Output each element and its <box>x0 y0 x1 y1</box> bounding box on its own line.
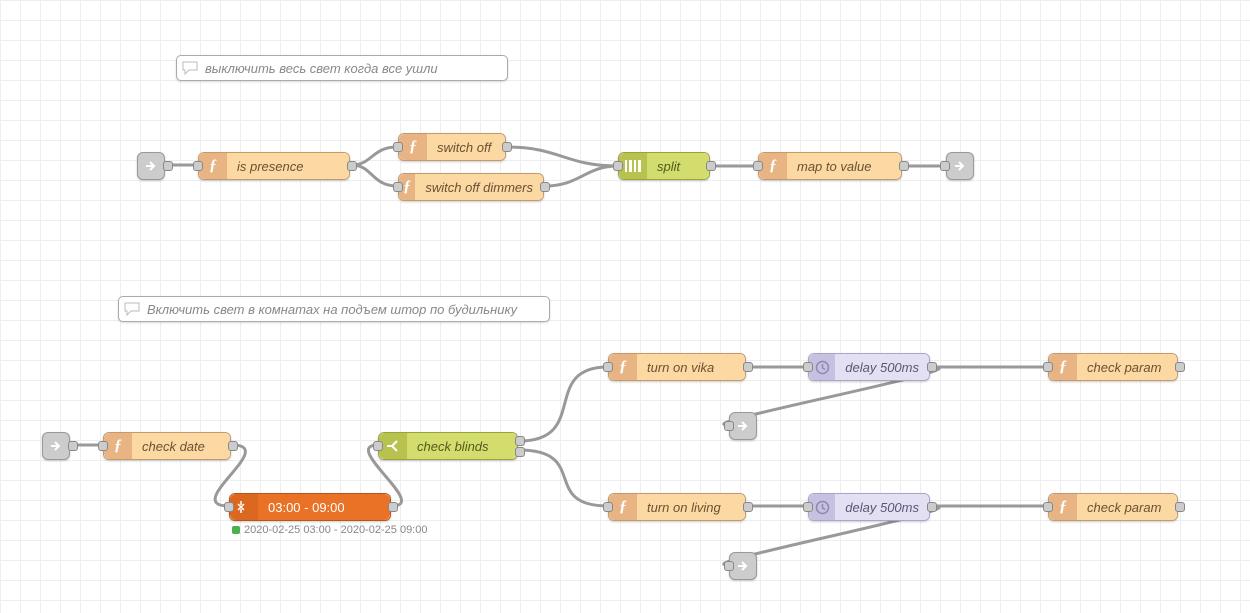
port[interactable] <box>706 161 716 171</box>
comment-text: выключить весь свет когда все ушли <box>205 61 438 76</box>
node-switch-off-dimmers[interactable]: ƒ switch off dimmers <box>398 173 544 201</box>
node-label: check date <box>132 433 230 459</box>
port[interactable] <box>927 502 937 512</box>
port[interactable] <box>603 362 613 372</box>
port[interactable] <box>899 161 909 171</box>
port[interactable] <box>1043 362 1053 372</box>
function-icon: ƒ <box>199 153 227 179</box>
node-label: check param <box>1077 494 1177 520</box>
node-check-blinds[interactable]: check blinds <box>378 432 518 460</box>
node-label: delay 500ms <box>835 494 929 520</box>
node-label: split <box>647 153 709 179</box>
function-icon: ƒ <box>759 153 787 179</box>
split-icon <box>619 153 647 179</box>
node-switch-off[interactable]: ƒ switch off <box>398 133 506 161</box>
switch-icon <box>379 433 407 459</box>
comment-2[interactable]: Включить свет в комнатах на подъем штор … <box>118 296 550 322</box>
comment-icon <box>123 302 141 316</box>
port[interactable] <box>1175 502 1185 512</box>
port[interactable] <box>540 182 550 192</box>
port[interactable] <box>515 436 525 446</box>
comment-text: Включить свет в комнатах на подъем штор … <box>147 302 517 317</box>
port[interactable] <box>753 161 763 171</box>
port[interactable] <box>613 161 623 171</box>
port[interactable] <box>743 362 753 372</box>
port[interactable] <box>1175 362 1185 372</box>
port[interactable] <box>803 362 813 372</box>
status-dot <box>232 526 240 534</box>
port[interactable] <box>803 502 813 512</box>
node-check-date[interactable]: ƒ check date <box>103 432 231 460</box>
function-icon: ƒ <box>399 134 427 160</box>
node-time-range[interactable]: 03:00 - 09:00 <box>229 493 391 521</box>
port[interactable] <box>502 142 512 152</box>
port[interactable] <box>940 161 950 171</box>
function-icon: ƒ <box>609 494 637 520</box>
function-icon: ƒ <box>104 433 132 459</box>
port[interactable] <box>193 161 203 171</box>
node-label: turn on living <box>637 494 745 520</box>
node-delay-bottom[interactable]: delay 500ms <box>808 493 930 521</box>
node-label: turn on vika <box>637 354 745 380</box>
function-icon: ƒ <box>1049 494 1077 520</box>
port[interactable] <box>1043 502 1053 512</box>
port[interactable] <box>163 161 173 171</box>
node-check-param-bottom[interactable]: ƒ check param <box>1048 493 1178 521</box>
node-check-param-top[interactable]: ƒ check param <box>1048 353 1178 381</box>
node-delay-top[interactable]: delay 500ms <box>808 353 930 381</box>
port[interactable] <box>927 362 937 372</box>
node-label: delay 500ms <box>835 354 929 380</box>
range-icon <box>230 494 258 520</box>
function-icon: ƒ <box>609 354 637 380</box>
status-text: 2020-02-25 03:00 - 2020-02-25 09:00 <box>244 524 427 536</box>
function-icon: ƒ <box>1049 354 1077 380</box>
port[interactable] <box>347 161 357 171</box>
port[interactable] <box>393 182 403 192</box>
port[interactable] <box>393 142 403 152</box>
node-label: switch off <box>427 134 505 160</box>
node-split[interactable]: split <box>618 152 710 180</box>
node-label: is presence <box>227 153 349 179</box>
node-is-presence[interactable]: ƒ is presence <box>198 152 350 180</box>
node-label: switch off dimmers <box>415 174 543 200</box>
node-turn-on-living[interactable]: ƒ turn on living <box>608 493 746 521</box>
node-label: 03:00 - 09:00 <box>258 494 390 520</box>
node-map-to-value[interactable]: ƒ map to value <box>758 152 902 180</box>
port[interactable] <box>388 502 398 512</box>
comment-1[interactable]: выключить весь свет когда все ушли <box>176 55 508 81</box>
link-in-2[interactable] <box>42 432 70 460</box>
node-status-time-range: 2020-02-25 03:00 - 2020-02-25 09:00 <box>232 524 427 536</box>
node-label: check blinds <box>407 433 517 459</box>
comment-icon <box>181 61 199 75</box>
port[interactable] <box>743 502 753 512</box>
port[interactable] <box>603 502 613 512</box>
node-label: check param <box>1077 354 1177 380</box>
port[interactable] <box>724 561 734 571</box>
link-in-1[interactable] <box>137 152 165 180</box>
node-label: map to value <box>787 153 901 179</box>
port[interactable] <box>228 441 238 451</box>
node-turn-on-vika[interactable]: ƒ turn on vika <box>608 353 746 381</box>
port[interactable] <box>724 421 734 431</box>
port[interactable] <box>224 502 234 512</box>
port[interactable] <box>98 441 108 451</box>
link-out-1[interactable] <box>946 152 974 180</box>
port[interactable] <box>515 447 525 457</box>
port[interactable] <box>68 441 78 451</box>
port[interactable] <box>373 441 383 451</box>
